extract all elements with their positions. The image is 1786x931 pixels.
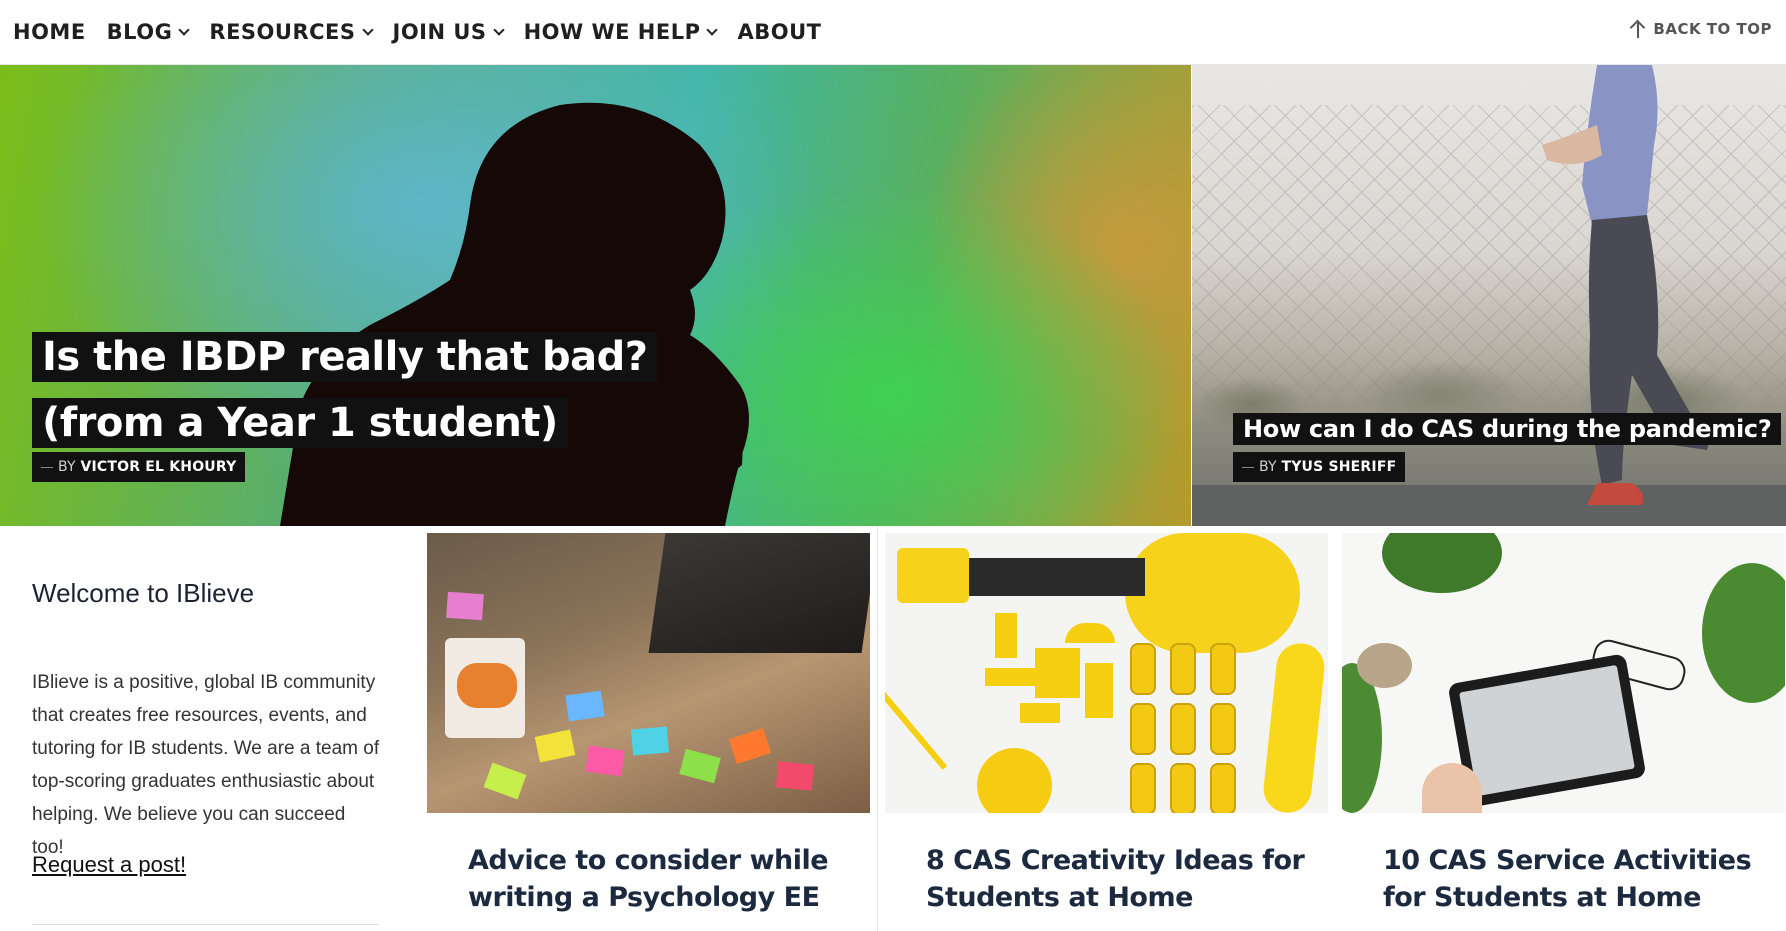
top-nav: HOME BLOG RESOURCES JOIN US HOW WE HELP … xyxy=(0,0,1786,65)
hero-main-title-text: Is the IBDP really that bad? (from a Yea… xyxy=(32,332,658,448)
yellow-toy-image xyxy=(1065,623,1115,643)
toy-car-image xyxy=(1210,703,1236,755)
post-card-psychology-ee[interactable]: Advice to consider while writing a Psych… xyxy=(420,526,878,931)
dash-icon xyxy=(1242,466,1254,468)
post-card-title[interactable]: Advice to consider while writing a Psych… xyxy=(468,842,848,916)
sticky-note-image xyxy=(534,729,576,763)
toy-car-image xyxy=(1130,643,1156,695)
sticky-note-image xyxy=(630,726,670,756)
byline-prefix: BY xyxy=(58,459,76,475)
mug-label-image xyxy=(457,663,517,708)
nav-item-label: RESOURCES xyxy=(209,20,356,44)
sidebar-about-text: IBlieve is a positive, global IB communi… xyxy=(32,672,380,858)
sticky-note-image xyxy=(483,762,527,800)
chevron-down-icon xyxy=(178,23,191,36)
nav-item-label: ABOUT xyxy=(737,20,822,44)
yellow-toy-image xyxy=(1035,648,1080,698)
sticky-note-image xyxy=(446,591,484,621)
yellow-toy-image xyxy=(1085,663,1113,718)
post-card-cas-service[interactable]: 10 CAS Service Activities for Students a… xyxy=(1335,526,1786,931)
welcome-sidebar: Welcome to IBlieve IBlieve is a positive… xyxy=(0,526,421,931)
nav-item-blog[interactable]: BLOG xyxy=(106,20,191,44)
sidebar-divider xyxy=(32,924,378,925)
nav-menu: HOME BLOG RESOURCES JOIN US HOW WE HELP … xyxy=(13,20,842,44)
nav-item-label: HOME xyxy=(13,20,86,44)
toy-car-image xyxy=(1130,763,1156,813)
chevron-down-icon xyxy=(361,23,374,36)
ukulele-head-image xyxy=(897,548,969,603)
nav-item-label: BLOG xyxy=(106,20,173,44)
yellow-toy-image xyxy=(1020,703,1060,723)
byline-prefix: BY xyxy=(1259,459,1277,475)
back-to-top-link[interactable]: BACK TO TOP xyxy=(1630,19,1772,38)
request-post-link[interactable]: Request a post! xyxy=(32,852,186,878)
author-name[interactable]: TYUS SHERIFF xyxy=(1281,459,1396,475)
nav-item-resources[interactable]: RESOURCES xyxy=(209,20,374,44)
back-to-top-label: BACK TO TOP xyxy=(1653,20,1772,38)
sticky-note-image xyxy=(679,748,721,784)
toy-car-image xyxy=(1130,703,1156,755)
hero-side-title-text: How can I do CAS during the pandemic? xyxy=(1233,413,1782,445)
sidebar-heading: Welcome to IBlieve xyxy=(32,578,255,608)
plant-image xyxy=(1702,563,1785,703)
arrow-up-icon xyxy=(1630,19,1646,38)
nav-item-home[interactable]: HOME xyxy=(13,20,86,44)
hero-side-byline: BY TYUS SHERIFF xyxy=(1233,452,1406,482)
nav-item-join-us[interactable]: JOIN US xyxy=(392,20,505,44)
sticky-note-image xyxy=(565,690,605,722)
dash-icon xyxy=(41,466,53,468)
ukulele-body-image xyxy=(1125,533,1300,653)
yellow-toy-image xyxy=(985,668,1040,686)
nav-item-label: JOIN US xyxy=(392,20,487,44)
hero-side-title[interactable]: How can I do CAS during the pandemic? xyxy=(1233,409,1782,449)
sticky-note-image xyxy=(775,761,815,791)
post-thumbnail[interactable] xyxy=(427,533,870,813)
sticky-note-image xyxy=(728,728,772,764)
stone-image xyxy=(1357,643,1412,688)
post-card-title[interactable]: 10 CAS Service Activities for Students a… xyxy=(1383,842,1763,916)
yellow-toy-image xyxy=(995,613,1017,658)
nav-item-label: HOW WE HELP xyxy=(523,20,701,44)
author-name[interactable]: VICTOR EL KHOURY xyxy=(80,459,236,475)
chevron-down-icon xyxy=(492,23,505,36)
post-card-cas-creativity[interactable]: 8 CAS Creativity Ideas for Students at H… xyxy=(878,526,1336,931)
ukulele-neck-image xyxy=(965,558,1145,596)
nav-item-about[interactable]: ABOUT xyxy=(737,20,821,44)
smiley-toy-image xyxy=(977,748,1052,813)
hero-main-title[interactable]: Is the IBDP really that bad? (from a Yea… xyxy=(32,324,752,456)
yellow-toy-image xyxy=(885,666,948,770)
post-thumbnail[interactable] xyxy=(1342,533,1785,813)
chevron-down-icon xyxy=(706,23,719,36)
plant-image xyxy=(1382,533,1502,593)
toy-car-image xyxy=(1210,643,1236,695)
banana-plush-image xyxy=(1261,640,1327,813)
laptop-image xyxy=(648,533,870,653)
sticky-note-image xyxy=(585,745,625,777)
toy-car-image xyxy=(1170,703,1196,755)
toy-car-image xyxy=(1170,643,1196,695)
toy-car-image xyxy=(1210,763,1236,813)
hero-main-byline: BY VICTOR EL KHOURY xyxy=(32,452,246,482)
post-card-title[interactable]: 8 CAS Creativity Ideas for Students at H… xyxy=(926,842,1306,916)
post-thumbnail[interactable] xyxy=(885,533,1328,813)
toy-car-image xyxy=(1170,763,1196,813)
nav-item-how-we-help[interactable]: HOW WE HELP xyxy=(523,20,719,44)
